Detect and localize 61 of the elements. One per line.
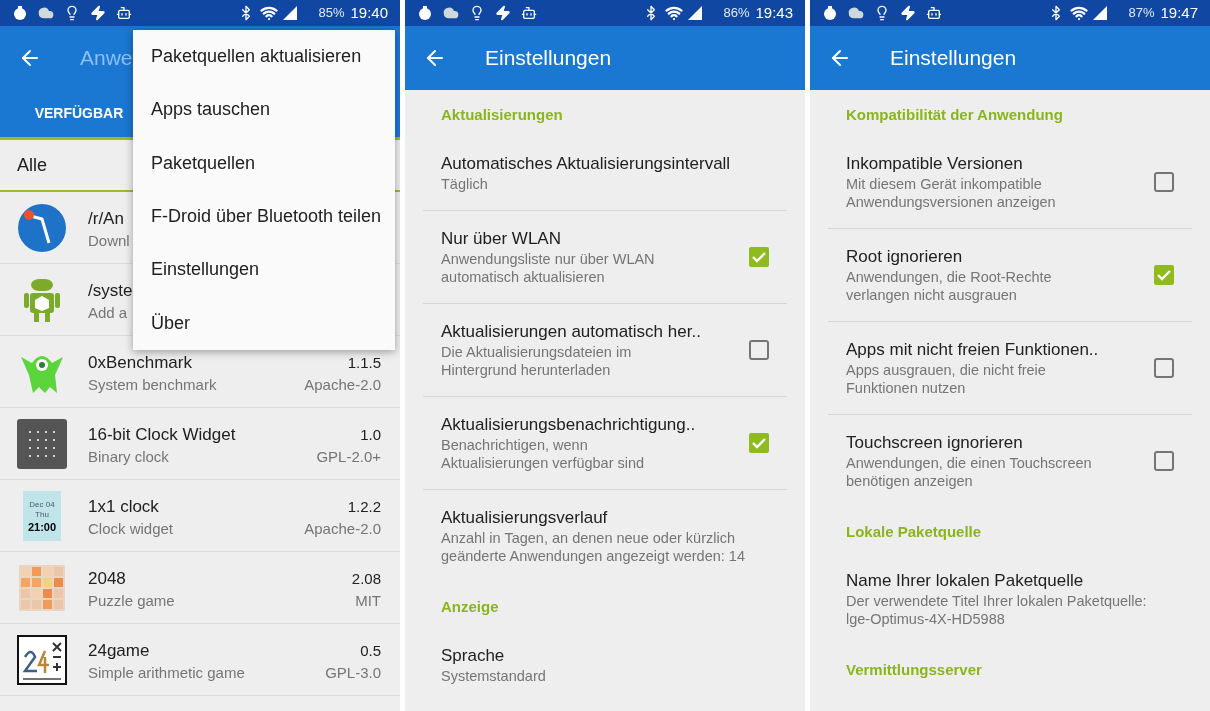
setting-summary: Systemstandard	[441, 667, 547, 685]
app-summary: Binary clock	[88, 446, 169, 467]
app-name: 24game	[88, 639, 150, 662]
setting-title: Aktualisierungsverlauf	[441, 507, 609, 529]
app-version: 2.08	[351, 568, 381, 589]
app-license: Apache-2.0	[304, 374, 381, 395]
app-license: GPL-3.0	[325, 662, 381, 683]
setting-summary: Anwendungsliste nur über WLAN automatisch aktualisieren	[441, 250, 656, 286]
app-name: 0xBenchmark	[88, 351, 192, 374]
toolbar-title: Einstellungen	[485, 45, 612, 72]
setting-summary: Der verwendete Titel Ihrer lokalen Paketquelle: lge-Optimus-4X-HD5988	[846, 592, 1148, 628]
setting-summary: Anzahl in Tagen, an denen neue oder kürzlich geänderte Anwendungen angezeigt werden: 14	[441, 529, 746, 565]
setting-title: Touchscreen ignorieren	[846, 432, 1024, 454]
setting-summary: Benachrichtigen, wenn Aktualisierungen verfügbar sind	[441, 436, 646, 472]
app-summary: Clock widget	[88, 518, 174, 539]
app-summary: Simple arithmetic game	[88, 662, 245, 683]
app-version: 1.0	[360, 424, 381, 445]
app-name: /syste	[88, 279, 133, 302]
app-summary: Downl	[88, 230, 130, 251]
app-summary: System benchmark	[88, 374, 217, 395]
battery-percentage: 86%	[723, 4, 750, 23]
app-version: 1.1.5	[347, 352, 381, 373]
setting-title: Aktualisierungen automatisch her..	[441, 321, 702, 343]
setting-title: Nur über WLAN	[441, 228, 562, 250]
app-license: GPL-2.0+	[316, 446, 381, 467]
setting-summary: Anwendungen, die einen Touchscreen benötigen anzeigen	[846, 454, 1093, 490]
section-header: Aktualisierungen	[441, 104, 563, 125]
setting-title: Name Ihrer lokalen Paketquelle	[846, 570, 1085, 592]
app-license: MIT	[355, 590, 381, 611]
setting-title: Automatisches Aktualisierungsintervall	[441, 153, 732, 175]
setting-title: Root ignorieren	[846, 246, 964, 268]
clock: 19:40	[350, 2, 388, 23]
setting-summary: Täglich	[441, 175, 489, 193]
calendar-clock-icon: Dec 04 Thu 21:00	[23, 490, 61, 541]
toolbar-title: Einstellungen	[890, 45, 1017, 72]
section-header: Anzeige	[441, 596, 499, 617]
app-version: 1.2.2	[347, 496, 381, 517]
setting-title: Apps mit nicht freien Funktionen..	[846, 339, 1100, 361]
app-name: 16-bit Clock Widget	[88, 423, 236, 446]
setting-title: Inkompatible Versionen	[846, 153, 1024, 175]
setting-summary: Die Aktualisierungsdateien im Hintergrund herunterladen	[441, 343, 633, 379]
clock: 19:43	[755, 2, 793, 23]
battery-percentage: 87%	[1128, 4, 1155, 23]
section-header: Kompatibilität der Anwendung	[846, 104, 1063, 125]
setting-summary: Apps ausgrauen, die nicht freie Funktionen nutzen	[846, 361, 1047, 397]
section-header: Vermittlungsserver	[846, 659, 982, 680]
app-name: 2048	[88, 567, 126, 590]
setting-title: Sprache	[441, 645, 506, 667]
clock: 19:47	[1160, 2, 1198, 23]
setting-summary: Mit diesem Gerät inkompatible Anwendungsversionen anzeigen	[846, 175, 1057, 211]
app-license: Apache-2.0	[304, 518, 381, 539]
app-version: 0.5	[360, 640, 381, 661]
app-summary: Puzzle game	[88, 590, 175, 611]
setting-title: Aktualisierungsbenachrichtigung..	[441, 414, 697, 436]
toolbar-title: Anwe	[80, 45, 133, 72]
setting-summary: Anwendungen, die Root-Rechte verlangen nicht ausgrauen	[846, 268, 1053, 304]
app-summary: Add a	[88, 302, 128, 323]
app-name: /r/An	[88, 207, 124, 230]
app-name: 1x1 clock	[88, 495, 159, 518]
section-header: Lokale Paketquelle	[846, 521, 982, 542]
battery-percentage: 85%	[318, 4, 345, 23]
